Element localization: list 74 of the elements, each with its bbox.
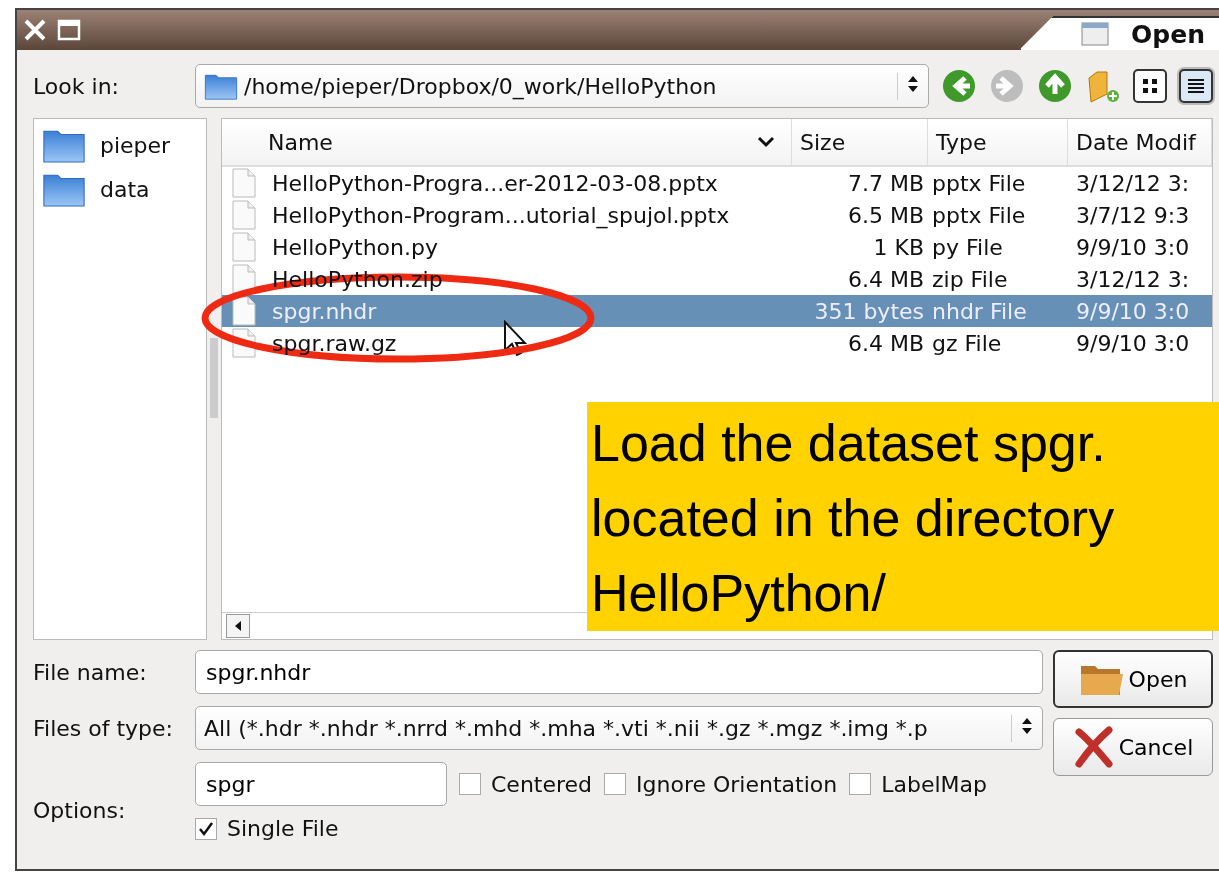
callout-line: Load the dataset spgr. — [591, 413, 1107, 474]
options-label: Options: — [33, 798, 127, 823]
file-name: HelloPython.py — [272, 234, 438, 260]
cancel-button[interactable]: Cancel — [1053, 718, 1213, 776]
sort-caret-icon — [757, 136, 775, 148]
file-type-combo[interactable]: All (*.hdr *.nhdr *.nrrd *.mhd *.mha *.vti *.nii *.gz *.mgz *.img *.p — [195, 706, 1043, 750]
checkbox-label: Ignore Orientation — [636, 771, 838, 797]
file-row[interactable]: HelloPython-Progra...er-2012-03-08.pptx 7.7 MB pptx File 3/12/12 3: — [222, 167, 1212, 199]
maximize-icon[interactable] — [57, 19, 81, 41]
file-name: spgr.nhdr — [272, 298, 377, 324]
checkbox[interactable] — [604, 773, 627, 795]
window-title: Open — [1131, 19, 1205, 49]
column-header[interactable]: Name — [222, 119, 792, 165]
file-date: 9/9/10 3:0 — [1075, 298, 1191, 324]
icon-view-button[interactable] — [1133, 69, 1167, 103]
place-item[interactable]: pieper — [100, 132, 171, 158]
file-name: HelloPython-Program...utorial_spujol.pptx — [272, 202, 730, 228]
checkbox[interactable] — [849, 773, 872, 795]
place-item[interactable]: data — [100, 176, 150, 202]
file-icon — [230, 200, 258, 230]
file-date: 9/9/10 3:0 — [1075, 234, 1191, 260]
cross-icon — [1072, 726, 1115, 768]
column-header-label: Name — [268, 129, 333, 155]
column-header[interactable]: Type — [928, 119, 1068, 165]
file-row[interactable]: spgr.raw.gz 6.4 MB gz File 9/9/10 3:0 — [222, 327, 1212, 359]
detail-view-button[interactable] — [1179, 69, 1213, 103]
file-icon — [230, 296, 258, 326]
file-date: 9/9/10 3:0 — [1075, 330, 1191, 356]
checkbox[interactable] — [195, 817, 217, 840]
file-type: nhdr File — [931, 298, 1028, 324]
file-type: pptx File — [931, 202, 1027, 228]
options-field[interactable]: spgr — [195, 762, 447, 806]
checkbox-label: LabelMap — [881, 771, 987, 797]
callout-line: HelloPython/ — [591, 563, 887, 624]
checkbox[interactable] — [459, 773, 481, 795]
splitter-handle[interactable] — [210, 338, 218, 418]
file-type: py File — [931, 234, 1004, 260]
close-icon[interactable] — [23, 18, 47, 42]
file-type: zip File — [931, 266, 1009, 292]
file-row[interactable]: HelloPython.py 1 KB py File 9/9/10 3:0 — [222, 231, 1212, 263]
file-icon — [230, 264, 258, 294]
look-in-combo[interactable]: /home/pieper/Dropbox/0_work/HelloPython — [195, 64, 929, 108]
file-size: 6.5 MB — [846, 202, 925, 228]
file-name-label: File name: — [33, 659, 148, 685]
folder-icon — [204, 72, 238, 100]
column-header[interactable]: Date Modif — [1068, 119, 1212, 165]
file-size: 7.7 MB — [846, 170, 925, 196]
file-icon — [230, 168, 258, 198]
checkbox-label: Centered — [491, 771, 593, 797]
file-type: gz File — [931, 330, 1003, 356]
file-name-field[interactable]: spgr.nhdr — [195, 650, 1043, 694]
file-size: 1 KB — [872, 234, 925, 260]
window-icon — [1081, 22, 1110, 46]
file-icon — [230, 232, 258, 262]
new-folder-icon[interactable] — [1085, 68, 1121, 104]
file-row[interactable]: HelloPython-Program...utorial_spujol.pptx 6.5 MB pptx File 3/7/12 9:3 — [222, 199, 1212, 231]
checkbox-label: Single File — [227, 816, 339, 841]
file-name: HelloPython-Progra...er-2012-03-08.pptx — [272, 170, 718, 196]
look-in-label: Look in: — [33, 73, 120, 99]
file-type-label: Files of type: — [33, 715, 175, 741]
callout-line: located in the directory — [591, 488, 1116, 549]
scroll-left-button[interactable] — [226, 614, 250, 638]
file-date: 3/12/12 3: — [1075, 170, 1191, 196]
mouse-pointer-icon — [503, 320, 527, 358]
file-size: 6.4 MB — [846, 266, 925, 292]
file-date: 3/12/12 3: — [1075, 266, 1191, 292]
file-type: pptx File — [931, 170, 1027, 196]
file-date: 3/7/12 9:3 — [1075, 202, 1191, 228]
column-header[interactable]: Size — [792, 119, 928, 165]
left-arrow-icon — [233, 620, 243, 632]
open-button[interactable]: Open — [1053, 650, 1213, 708]
file-name: spgr.raw.gz — [272, 330, 397, 356]
file-size: 351 bytes — [813, 298, 925, 324]
file-size: 6.4 MB — [846, 330, 925, 356]
